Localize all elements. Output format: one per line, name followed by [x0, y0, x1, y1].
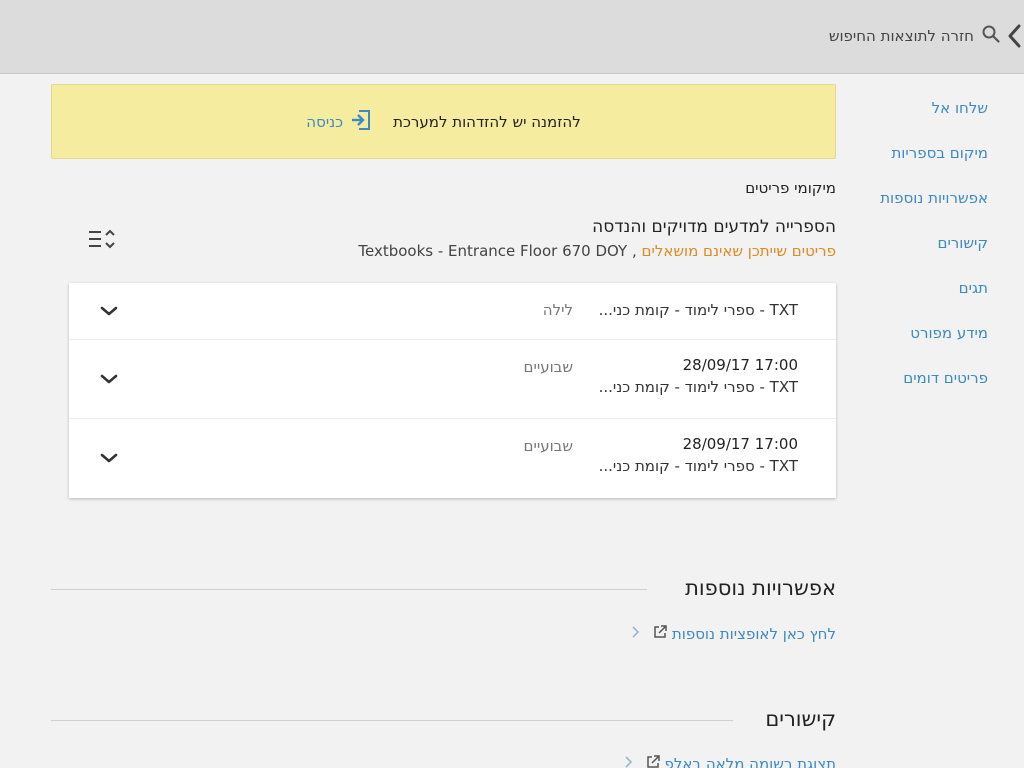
sign-in-icon — [349, 108, 373, 136]
more-options-heading: אפשרויות נוספות — [685, 576, 836, 600]
availability-status: פריטים שייתכן שאינם מושאלים — [641, 242, 836, 260]
back-to-results-label: חזרה לתוצאות החיפוש — [828, 27, 974, 45]
search-icon — [982, 25, 1000, 47]
section-divider — [51, 589, 647, 590]
external-link-icon — [645, 754, 661, 768]
chevron-right-icon — [630, 625, 640, 643]
top-bar: חזרה לתוצאות החיפוש — [0, 0, 1024, 74]
library-name: הספרייה למדעים מדויקים והנדסה — [592, 217, 836, 237]
item-info: 17:00 28/09/17 TXT - ספרי לימוד - קומת כ… — [599, 356, 798, 396]
back-to-results-button[interactable]: חזרה לתוצאות החיפוש — [829, 20, 1024, 52]
sign-in-button[interactable]: כניסה — [306, 108, 373, 136]
sign-in-label: כניסה — [306, 112, 344, 131]
item-location: TXT - ספרי לימוד - קומת כני... — [598, 457, 798, 475]
sidenav-item-links[interactable]: קישורים — [828, 221, 989, 266]
section-divider — [51, 720, 733, 721]
items-list: TXT - ספרי לימוד - קומת כני... לילה 17:0… — [69, 283, 836, 498]
external-link-icon — [652, 624, 668, 644]
loan-policy: לילה — [542, 301, 573, 319]
item-locations-title: מיקומי פריטים — [745, 179, 836, 197]
item-location: TXT - ספרי לימוד - קומת כני... — [598, 378, 798, 396]
full-record-link[interactable]: תצוגת רשומה מלאה באלפ — [623, 754, 837, 768]
chevron-down-icon — [97, 306, 121, 327]
sidenav-item-details[interactable]: מידע מפורט — [828, 311, 988, 356]
side-navigation: שלחו אל מיקום בספריות אפשרויות נוספות קי… — [828, 86, 988, 401]
more-options-link[interactable]: לחץ כאן לאופציות נוספות — [630, 624, 836, 644]
list-item[interactable]: 17:00 28/09/17 TXT - ספרי לימוד - קומת כ… — [69, 419, 836, 498]
due-date: 17:00 28/09/17 — [682, 356, 798, 374]
expand-item-button[interactable] — [97, 299, 121, 323]
sidenav-item-send-to[interactable]: שלחו אל — [828, 86, 988, 131]
library-location-line: פריטים שייתכן שאינם מושאלים , Textbooks … — [358, 242, 836, 260]
chevron-right-icon — [623, 755, 633, 768]
more-options-link-label: לחץ כאן לאופציות נוספות — [671, 625, 836, 643]
sidenav-item-more-options[interactable]: אפשרויות נוספות — [828, 176, 988, 221]
expand-item-button[interactable] — [97, 367, 121, 391]
item-info: 17:00 28/09/17 TXT - ספרי לימוד - קומת כ… — [599, 435, 798, 475]
location-separator: , — [627, 242, 642, 260]
chevron-left-icon — [1004, 20, 1024, 52]
loan-policy: שבועיים — [523, 358, 573, 376]
sign-in-notice-message: להזמנה יש להזדהות למערכת — [393, 112, 581, 131]
sidenav-item-similar-items[interactable]: פריטים דומים — [828, 356, 988, 401]
due-date: 17:00 28/09/17 — [682, 435, 798, 453]
item-location: TXT - ספרי לימוד - קומת כני... — [598, 301, 798, 319]
list-item[interactable]: TXT - ספרי לימוד - קומת כני... לילה — [69, 283, 836, 340]
chevron-down-icon — [97, 374, 121, 395]
sidenav-item-tags[interactable]: תגים — [828, 266, 988, 311]
sort-options-button[interactable] — [86, 226, 118, 254]
links-heading: קישורים — [765, 707, 836, 731]
item-info: TXT - ספרי לימוד - קומת כני... — [599, 301, 798, 319]
sort-options-icon — [86, 229, 118, 258]
shelf-location: Textbooks - Entrance Floor 670 DOY — [358, 242, 628, 260]
chevron-down-icon — [97, 453, 121, 474]
expand-item-button[interactable] — [97, 446, 121, 470]
sidenav-item-library-location[interactable]: מיקום בספריות — [828, 131, 988, 176]
full-record-link-label: תצוגת רשומה מלאה באלפ — [664, 755, 837, 768]
loan-policy: שבועיים — [523, 437, 573, 455]
list-item[interactable]: 17:00 28/09/17 TXT - ספרי לימוד - קומת כ… — [69, 340, 836, 419]
sign-in-notice: להזמנה יש להזדהות למערכת כניסה — [51, 84, 836, 159]
